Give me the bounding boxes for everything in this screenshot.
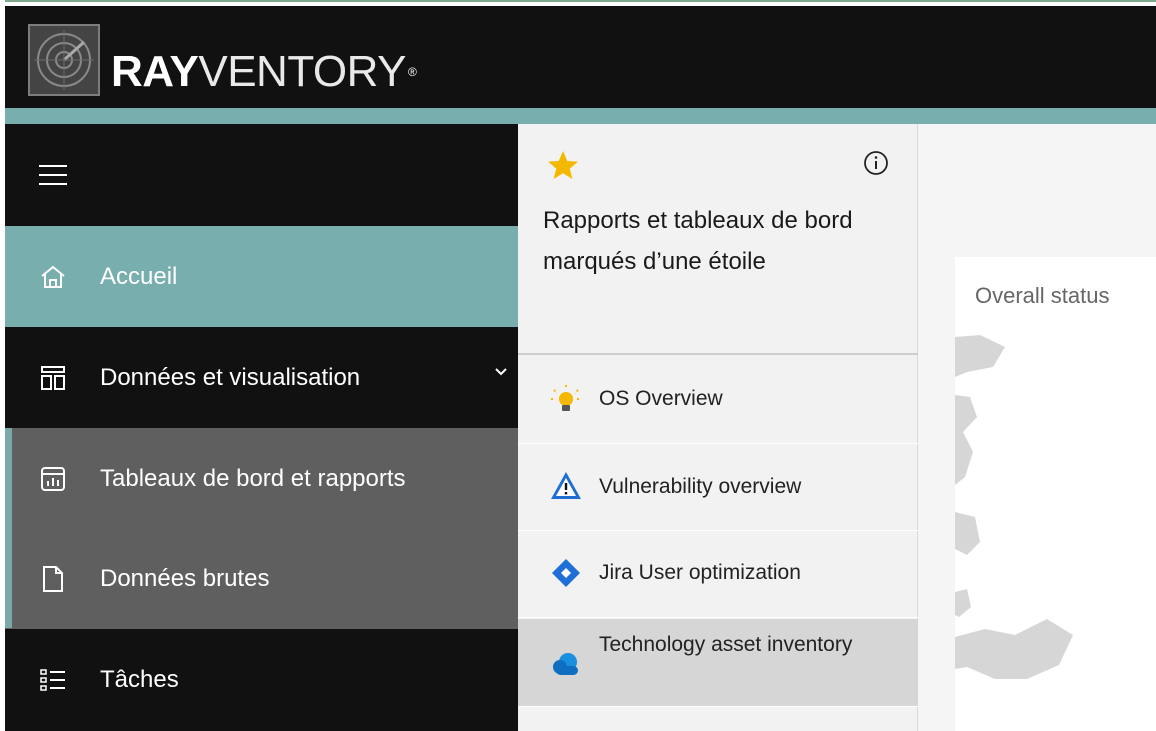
card-title: Overall status: [975, 283, 1110, 308]
favorite-item-technology-asset-inventory[interactable]: Technology asset inventory: [518, 619, 918, 707]
task-list-icon: [39, 666, 67, 694]
brand-wordmark: RAYVENTORY ®: [111, 47, 417, 96]
app-window: RAYVENTORY ® Accueil Données et visualisa…: [0, 0, 1156, 731]
sidebar-item-donnees-brutes[interactable]: Données brutes: [5, 528, 518, 629]
jira-diamond-icon: [550, 557, 582, 589]
favorites-panel: Rapports et tableaux de bord marqués d’u…: [518, 124, 918, 731]
favorite-item-label: Technology asset inventory: [599, 633, 853, 656]
home-icon: [39, 263, 67, 291]
app-header: RAYVENTORY ®: [5, 6, 1156, 108]
warning-triangle-icon: [550, 470, 582, 502]
cloud-icon: [550, 649, 582, 681]
favorite-item-label: Jira User optimization: [599, 561, 801, 584]
chevron-down-icon[interactable]: [494, 365, 508, 379]
favorite-item-jira-user-optimization[interactable]: Jira User optimization: [518, 531, 918, 618]
menu-toggle-button[interactable]: [5, 124, 518, 225]
favorites-header: Rapports et tableaux de bord marqués d’u…: [518, 124, 918, 355]
sidebar-item-label: Tâches: [100, 665, 179, 693]
favorite-item-vulnerability-overview[interactable]: Vulnerability overview: [518, 444, 918, 531]
sidebar-item-label: Données brutes: [100, 564, 270, 592]
star-icon: [546, 149, 580, 183]
radar-logo-icon: [28, 24, 100, 96]
map-visual: [955, 335, 1073, 679]
brand-trademark: ®: [407, 65, 417, 79]
sidebar-item-label: Tableaux de bord et rapports: [100, 464, 406, 492]
sidebar-item-label: Données et visualisation: [100, 363, 361, 391]
brand-bold: RAY: [111, 47, 199, 96]
sidebar-item-label: Accueil: [100, 262, 178, 290]
sidebar-item-accueil[interactable]: Accueil: [5, 226, 518, 327]
favorite-item-os-overview[interactable]: OS Overview: [518, 357, 918, 444]
favorites-title: Rapports et tableaux de bord marqués d’u…: [543, 207, 853, 275]
dashboard-layout-icon: [39, 364, 67, 392]
sidebar-item-donnees-visualisation[interactable]: Données et visualisation: [5, 327, 518, 428]
document-icon: [39, 565, 67, 593]
sidebar: Accueil Données et visualisation Tableau…: [5, 124, 518, 731]
accent-band: [5, 108, 1156, 124]
hamburger-icon[interactable]: [39, 161, 67, 189]
sidebar-item-taches[interactable]: Tâches: [5, 629, 518, 730]
favorite-item-label: Vulnerability overview: [599, 475, 802, 498]
main-content: Overall status: [918, 124, 1156, 731]
sidebar-item-tableaux-rapports[interactable]: Tableaux de bord et rapports: [5, 428, 518, 529]
brand-light: VENTORY: [198, 47, 406, 96]
overall-status-card[interactable]: Overall status: [955, 257, 1156, 731]
active-group-indicator: [5, 428, 12, 628]
lightbulb-icon: [550, 384, 582, 416]
favorite-item-label: OS Overview: [599, 387, 723, 410]
info-icon[interactable]: [863, 150, 889, 176]
report-chart-icon: [39, 465, 67, 493]
